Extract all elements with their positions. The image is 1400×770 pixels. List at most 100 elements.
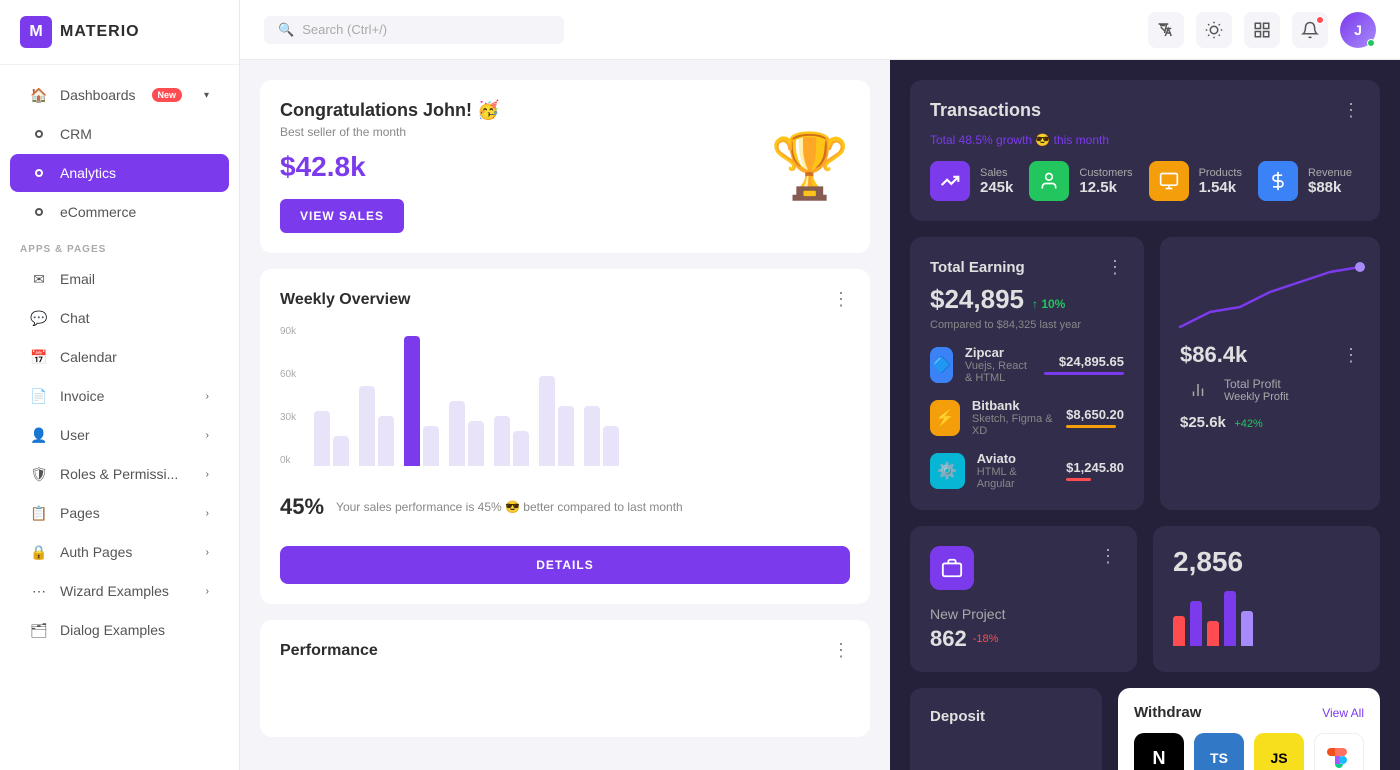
- transactions-stats: Sales 245k Customers 12.5k: [930, 161, 1360, 201]
- weekly-overview-card: Weekly Overview ⋮ 90k 60k 30k 0k: [260, 269, 870, 604]
- zipcar-name: Zipcar: [965, 345, 1032, 360]
- grid-icon-button[interactable]: [1244, 12, 1280, 48]
- search-box[interactable]: 🔍 Search (Ctrl+/): [264, 16, 564, 44]
- profit-side-cards: $86.4k ⋮ Total Profit: [1160, 237, 1380, 510]
- earning-more-button[interactable]: ⋮: [1106, 257, 1124, 278]
- stat-customers: Customers 12.5k: [1029, 161, 1132, 201]
- project-stats-row: ⋮ New Project 862 -18% 2,856: [910, 526, 1380, 672]
- details-button[interactable]: DETAILS: [280, 546, 850, 584]
- content-area: Congratulations John! 🥳 Best seller of t…: [240, 60, 1400, 770]
- sidebar-item-auth[interactable]: 🔒 Auth Pages ›: [10, 533, 229, 571]
- small-bar-lavender: [1241, 611, 1253, 646]
- bar-light: [558, 406, 574, 466]
- dialog-icon: 🗂: [30, 621, 48, 639]
- sidebar-item-label: Auth Pages: [60, 544, 132, 560]
- earning-item-bitbank: ⚡ Bitbank Sketch, Figma & XD $8,650.20: [930, 398, 1124, 437]
- bitbank-sub: Sketch, Figma & XD: [972, 413, 1054, 437]
- zipcar-amount: $24,895.65: [1044, 354, 1124, 369]
- weekly-description: Your sales performance is 45% 😎 better c…: [336, 500, 683, 514]
- sidebar-item-roles[interactable]: 🛡 Roles & Permissi... ›: [10, 455, 229, 493]
- view-sales-button[interactable]: VIEW SALES: [280, 199, 404, 233]
- aviato-amount-wrap: $1,245.80: [1066, 460, 1124, 481]
- apps-pages-section-label: APPS & PAGES: [0, 232, 239, 259]
- new-project-more-button[interactable]: ⋮: [1099, 546, 1117, 567]
- wizard-icon: ⋯: [30, 582, 48, 600]
- sidebar-item-crm[interactable]: CRM: [10, 115, 229, 153]
- more-options-button[interactable]: ⋮: [832, 289, 850, 310]
- earning-subtitle: Compared to $84,325 last year: [930, 319, 1124, 331]
- sidebar-item-pages[interactable]: 📋 Pages ›: [10, 494, 229, 532]
- deposit-card: Deposit: [910, 688, 1102, 770]
- sidebar-item-dashboards[interactable]: 🏠 Dashboards New ▾: [10, 76, 229, 114]
- shield-icon: 🛡: [30, 465, 48, 483]
- sidebar-item-user[interactable]: 👤 User ›: [10, 416, 229, 454]
- bar-group-6: [539, 376, 574, 466]
- weekly-overview-title: Weekly Overview: [280, 291, 410, 309]
- sidebar-item-chat[interactable]: 💬 Chat: [10, 299, 229, 337]
- sun-icon-button[interactable]: [1196, 12, 1232, 48]
- bell-icon-button[interactable]: [1292, 12, 1328, 48]
- right-panel: Transactions ⋮ Total 48.5% growth 😎 this…: [890, 60, 1400, 770]
- bar-light: [494, 416, 510, 466]
- translate-icon-button[interactable]: [1148, 12, 1184, 48]
- small-bar-purple2: [1224, 591, 1236, 646]
- figma-icon: [1314, 733, 1364, 770]
- sidebar-item-dialog[interactable]: 🗂 Dialog Examples: [10, 611, 229, 649]
- total-earning-title: Total Earning: [930, 259, 1025, 276]
- aviato-sub: HTML & Angular: [977, 466, 1054, 490]
- profit-chart: [1180, 257, 1360, 337]
- notification-badge: [1316, 16, 1324, 24]
- pages-icon: 📋: [30, 504, 48, 522]
- sidebar-item-label: Calendar: [60, 349, 117, 365]
- view-all-button[interactable]: View All: [1322, 706, 1364, 720]
- bitbank-icon: ⚡: [930, 400, 960, 436]
- stat-sales-label: Sales: [980, 167, 1013, 179]
- javascript-icon: JS: [1254, 733, 1304, 770]
- sidebar-item-analytics[interactable]: Analytics: [10, 154, 229, 192]
- transactions-more-button[interactable]: ⋮: [1342, 100, 1360, 121]
- sidebar-item-label: Analytics: [60, 165, 116, 181]
- logo-text: MATERIO: [60, 23, 140, 41]
- bar-light: [449, 401, 465, 466]
- stat-customers-info: Customers 12.5k: [1079, 167, 1132, 196]
- chevron-right-icon: ›: [206, 508, 209, 519]
- chevron-right-icon: ›: [206, 391, 209, 402]
- user-avatar[interactable]: J: [1340, 12, 1376, 48]
- new-project-label: New Project: [930, 606, 1117, 622]
- stat-customers-label: Customers: [1079, 167, 1132, 179]
- stat-products: Products 1.54k: [1149, 161, 1242, 201]
- sidebar-item-ecommerce[interactable]: eCommerce: [10, 193, 229, 231]
- sidebar-item-label: Invoice: [60, 388, 104, 404]
- stat-products-value: 1.54k: [1199, 179, 1242, 196]
- sidebar-item-calendar[interactable]: 📅 Calendar: [10, 338, 229, 376]
- sidebar-item-label: Chat: [60, 310, 90, 326]
- sidebar: M MATERIO 🏠 Dashboards New ▾ CRM Analyti…: [0, 0, 240, 770]
- sidebar-item-invoice[interactable]: 📄 Invoice ›: [10, 377, 229, 415]
- sidebar-item-label: CRM: [60, 126, 92, 142]
- earning-item-zipcar: 🔷 Zipcar Vuejs, React & HTML $24,895.65: [930, 345, 1124, 384]
- search-placeholder: Search (Ctrl+/): [302, 22, 387, 37]
- sidebar-item-wizard[interactable]: ⋯ Wizard Examples ›: [10, 572, 229, 610]
- profit-chart-icon: [1180, 372, 1216, 408]
- bar-light: [539, 376, 555, 466]
- search-icon: 🔍: [278, 22, 294, 38]
- stat-revenue: Revenue $88k: [1258, 161, 1352, 201]
- sidebar-logo: M MATERIO: [0, 0, 239, 65]
- bar-group-7: [584, 406, 619, 466]
- performance-more-button[interactable]: ⋮: [832, 640, 850, 661]
- aviato-bar: [1066, 478, 1091, 481]
- sidebar-item-label: User: [60, 427, 90, 443]
- earning-profit-row: Total Earning ⋮ $24,895 ↑ 10% Compared t…: [910, 237, 1380, 510]
- transactions-card: Transactions ⋮ Total 48.5% growth 😎 this…: [910, 80, 1380, 221]
- small-bar-red2: [1207, 621, 1219, 646]
- sidebar-item-email[interactable]: ✉ Email: [10, 260, 229, 298]
- profit-more-button[interactable]: ⋮: [1342, 345, 1360, 366]
- chevron-right-icon: ›: [206, 469, 209, 480]
- small-bar-red: [1173, 616, 1185, 646]
- total-profit-card: $86.4k ⋮ Total Profit: [1160, 237, 1380, 510]
- weekly-profit-label: Weekly Profit: [1224, 391, 1289, 403]
- stat-products-info: Products 1.54k: [1199, 167, 1242, 196]
- transactions-growth-text: Total 48.5% growth 😎: [930, 133, 1054, 147]
- bar-light: [378, 416, 394, 466]
- new-project-icon: [930, 546, 974, 590]
